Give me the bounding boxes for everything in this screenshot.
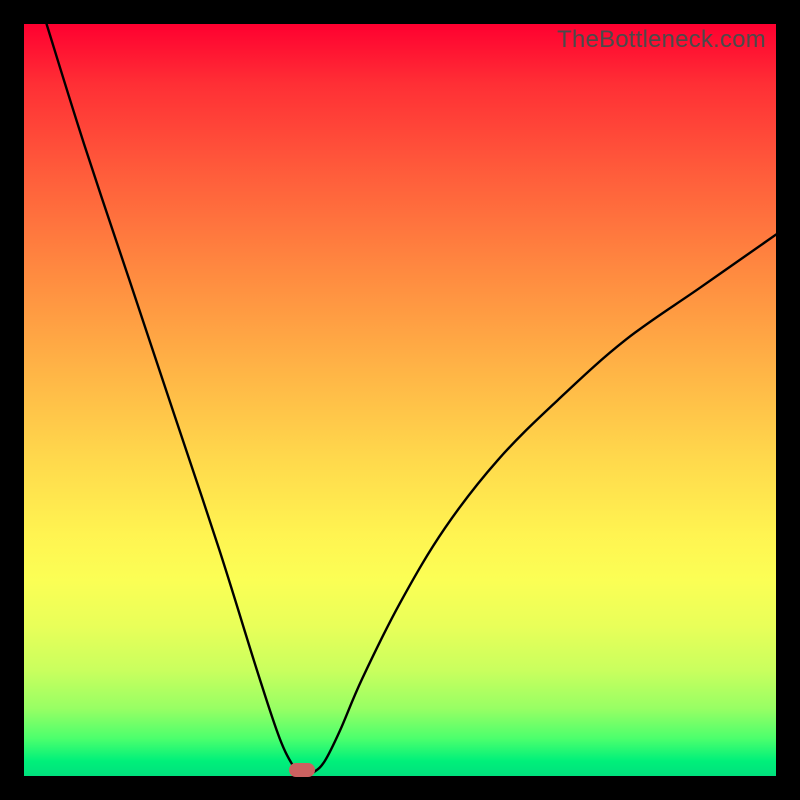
bottleneck-curve xyxy=(24,24,776,776)
optimal-marker xyxy=(289,763,315,777)
chart-plot-area: TheBottleneck.com xyxy=(24,24,776,776)
